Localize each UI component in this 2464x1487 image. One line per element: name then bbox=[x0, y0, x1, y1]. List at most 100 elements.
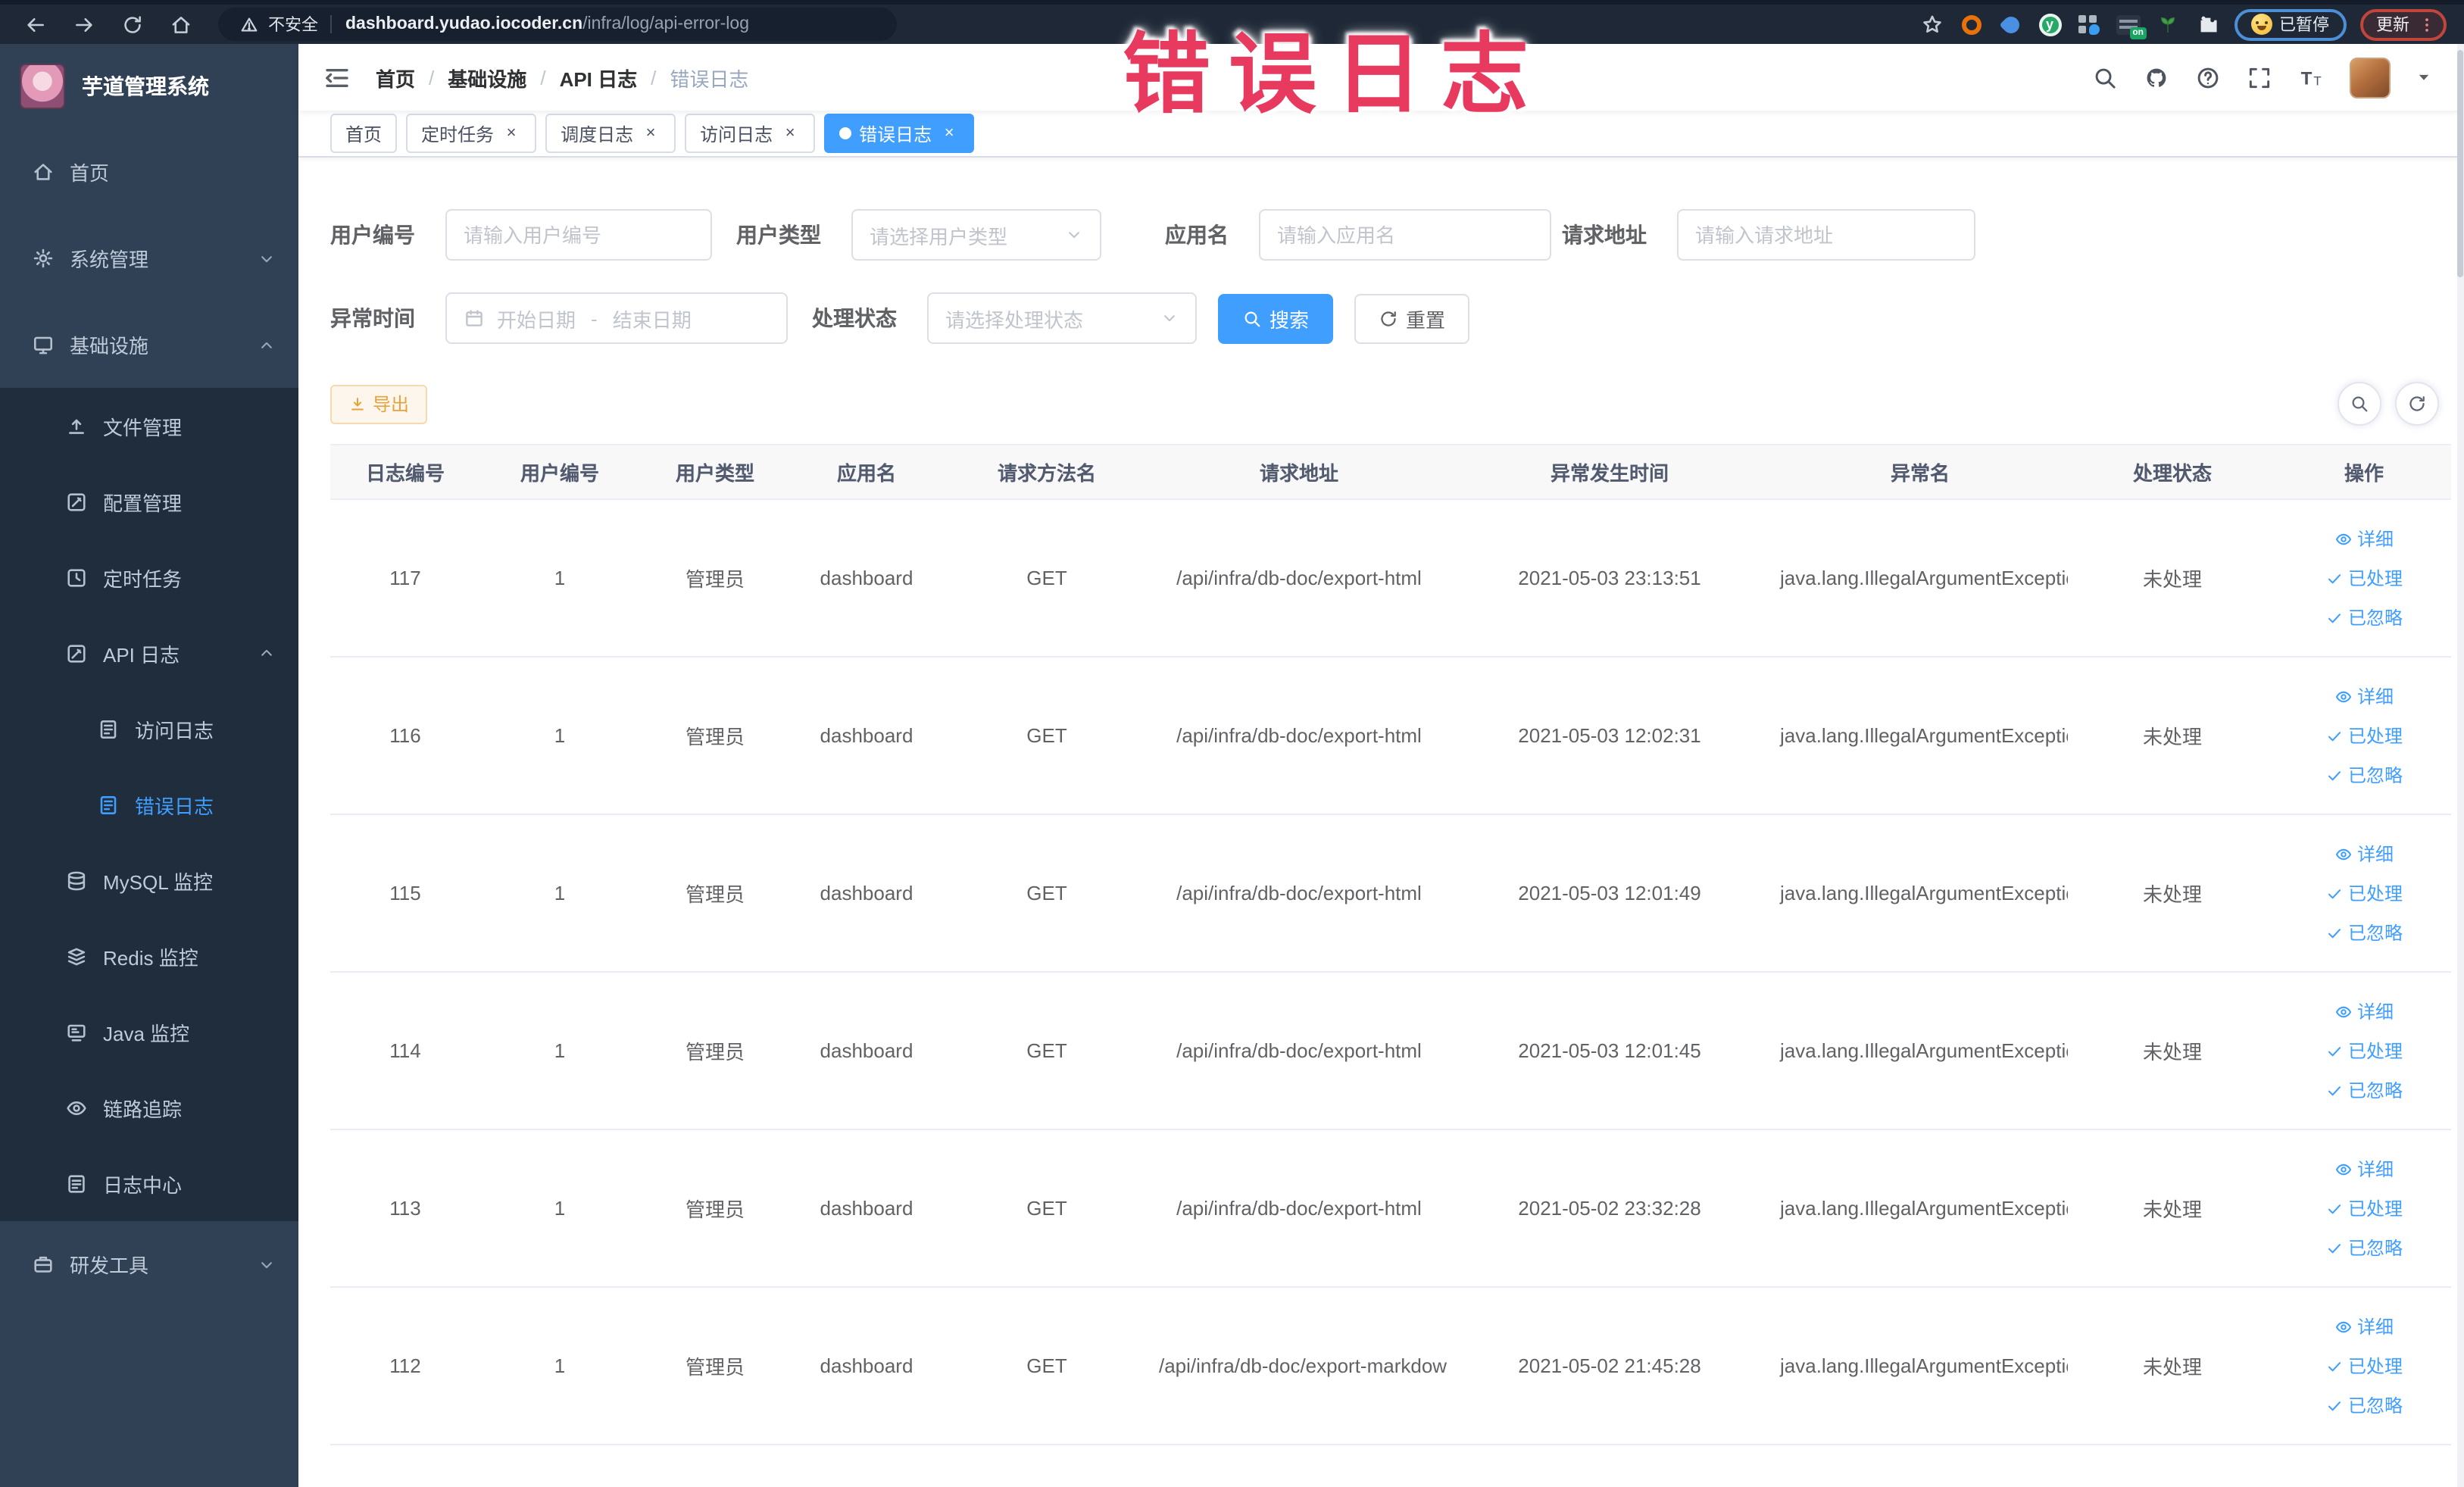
browser-back-icon[interactable] bbox=[18, 8, 52, 41]
tab-close-icon[interactable]: × bbox=[641, 123, 661, 143]
action-详细[interactable]: 详细 bbox=[2284, 834, 2444, 873]
filter-user-id-input[interactable] bbox=[445, 209, 712, 261]
request-url-field[interactable] bbox=[1695, 223, 1957, 246]
action-详细[interactable]: 详细 bbox=[2284, 676, 2444, 716]
action-已处理[interactable]: 已处理 bbox=[2284, 1189, 2444, 1228]
extension-icon-orange[interactable] bbox=[1958, 11, 1984, 37]
action-已处理[interactable]: 已处理 bbox=[2284, 1031, 2444, 1070]
active-tab-dot bbox=[839, 127, 852, 139]
breadcrumb-item[interactable]: 首页 bbox=[376, 63, 415, 92]
action-详细[interactable]: 详细 bbox=[2284, 1149, 2444, 1189]
sidebar-item-java[interactable]: Java 监控 bbox=[0, 994, 298, 1070]
exception-time-range-picker[interactable]: 开始日期 - 结束日期 bbox=[445, 292, 788, 344]
sidebar-item-infra[interactable]: 基础设施 bbox=[0, 301, 298, 388]
search-icon[interactable] bbox=[2091, 64, 2119, 91]
action-已处理[interactable]: 已处理 bbox=[2284, 1346, 2444, 1385]
action-已忽略[interactable]: 已忽略 bbox=[2284, 755, 2444, 795]
sidebar-item-job[interactable]: 定时任务 bbox=[0, 539, 298, 615]
avatar-caret-down-icon[interactable] bbox=[2414, 68, 2432, 86]
action-label: 已处理 bbox=[2347, 1041, 2403, 1062]
browser-home-icon[interactable] bbox=[164, 8, 197, 41]
action-已处理[interactable]: 已处理 bbox=[2284, 716, 2444, 755]
action-已忽略[interactable]: 已忽略 bbox=[2284, 598, 2444, 637]
reset-button[interactable]: 重置 bbox=[1354, 293, 1470, 343]
url-path: /infra/log/api-error-log bbox=[582, 15, 749, 33]
tab-close-icon[interactable]: × bbox=[780, 123, 800, 143]
filter-user-type-select[interactable]: 请选择用户类型 bbox=[851, 209, 1101, 261]
address-bar[interactable]: 不安全 dashboard.yudao.iocoder.cn /infra/lo… bbox=[218, 8, 897, 41]
breadcrumb-item[interactable]: 基础设施 bbox=[448, 63, 526, 92]
extensions-puzzle-icon[interactable] bbox=[2194, 11, 2220, 37]
filter-app-name-input[interactable] bbox=[1259, 209, 1551, 261]
breadcrumb-separator: / bbox=[540, 66, 546, 89]
sidebar-item-system[interactable]: 系统管理 bbox=[0, 215, 298, 301]
action-已忽略[interactable]: 已忽略 bbox=[2284, 1070, 2444, 1110]
breadcrumb-item[interactable]: API 日志 bbox=[560, 63, 638, 92]
extension-icon-green[interactable]: y bbox=[2037, 11, 2063, 37]
tab-首页[interactable]: 首页 bbox=[330, 114, 398, 153]
sidebar-item-config[interactable]: 配置管理 bbox=[0, 464, 298, 539]
extension-icon-on-badge[interactable]: on bbox=[2116, 11, 2147, 39]
breadcrumb-separator: / bbox=[429, 66, 435, 89]
tab-访问日志[interactable]: 访问日志 × bbox=[685, 114, 816, 153]
app-logo-row[interactable]: 芋道管理系统 bbox=[0, 44, 298, 129]
sidebar-item-api-log[interactable]: API 日志 bbox=[0, 615, 298, 691]
fullscreen-icon[interactable] bbox=[2246, 64, 2273, 91]
cell-exception: java.lang.IllegalArgumentException bbox=[1772, 972, 2068, 1130]
sidebar-item-home[interactable]: 首页 bbox=[0, 129, 298, 215]
action-已处理[interactable]: 已处理 bbox=[2284, 873, 2444, 913]
browser-menu-kebab-icon[interactable] bbox=[2417, 14, 2435, 35]
search-button[interactable]: 搜索 bbox=[1218, 293, 1334, 343]
action-label: 已忽略 bbox=[2347, 1395, 2403, 1417]
cell-method: GET bbox=[942, 972, 1151, 1130]
sidebar-item-redis[interactable]: Redis 监控 bbox=[0, 918, 298, 994]
sidebar-item-tracer[interactable]: 链路追踪 bbox=[0, 1070, 298, 1145]
filter-user-type-label: 用户类型 bbox=[736, 223, 821, 247]
browser-reload-icon[interactable] bbox=[115, 8, 148, 41]
sidebar-collapse-icon[interactable] bbox=[323, 63, 351, 92]
extension-icon-sprout[interactable] bbox=[2155, 11, 2181, 37]
action-详细[interactable]: 详细 bbox=[2284, 1307, 2444, 1346]
user-avatar[interactable] bbox=[2349, 57, 2390, 98]
toggle-search-button[interactable] bbox=[2337, 382, 2381, 426]
chrome-update-button[interactable]: 更新 bbox=[2359, 8, 2446, 40]
tab-定时任务[interactable]: 定时任务 × bbox=[406, 114, 537, 153]
sidebar-item-file[interactable]: 文件管理 bbox=[0, 388, 298, 464]
refresh-table-button[interactable] bbox=[2394, 382, 2438, 426]
github-icon[interactable] bbox=[2143, 64, 2170, 91]
page-scrollbar[interactable] bbox=[2456, 44, 2464, 1487]
tab-close-icon[interactable]: × bbox=[939, 123, 959, 143]
filter-process-status-select[interactable]: 请选择处理状态 bbox=[927, 292, 1197, 344]
action-已忽略[interactable]: 已忽略 bbox=[2284, 1228, 2444, 1267]
extension-icon-grid[interactable] bbox=[2076, 11, 2102, 37]
chevron-down-icon bbox=[258, 1255, 276, 1273]
table-header-row: 日志编号 用户编号 用户类型 应用名 请求方法名 请求地址 异常发生时间 异常名 处理状态 操作 bbox=[330, 444, 2451, 500]
app-name-field[interactable] bbox=[1277, 223, 1533, 246]
export-button[interactable]: 导出 bbox=[330, 384, 428, 423]
cell-ops: 详细 已处理 已忽略 bbox=[2277, 657, 2451, 815]
cell-exception: java.lang.IllegalArgumentException bbox=[1772, 657, 2068, 815]
sidebar-item-mysql[interactable]: MySQL 监控 bbox=[0, 842, 298, 918]
action-已处理[interactable]: 已处理 bbox=[2284, 558, 2444, 598]
browser-forward-icon[interactable] bbox=[67, 8, 100, 41]
sidebar-item-error-log[interactable]: 错误日志 bbox=[0, 767, 298, 842]
tab-错误日志[interactable]: 错误日志 × bbox=[824, 114, 975, 153]
tab-调度日志[interactable]: 调度日志 × bbox=[545, 114, 676, 153]
help-icon[interactable] bbox=[2194, 64, 2222, 91]
bookmark-star-icon[interactable] bbox=[1919, 11, 1944, 37]
chevron-down-icon bbox=[1065, 226, 1083, 244]
action-详细[interactable]: 详细 bbox=[2284, 992, 2444, 1031]
sidebar-item-log-center[interactable]: 日志中心 bbox=[0, 1145, 298, 1221]
filter-request-url-input[interactable] bbox=[1677, 209, 1975, 261]
user-id-field[interactable] bbox=[464, 223, 694, 246]
tab-close-icon[interactable]: × bbox=[501, 123, 521, 143]
extension-icon-blue-drop[interactable] bbox=[1997, 11, 2023, 37]
action-已忽略[interactable]: 已忽略 bbox=[2284, 913, 2444, 952]
action-已忽略[interactable]: 已忽略 bbox=[2284, 1385, 2444, 1425]
action-详细[interactable]: 详细 bbox=[2284, 519, 2444, 558]
profile-paused-badge[interactable]: 已暂停 bbox=[2234, 8, 2346, 40]
cell-method: GET bbox=[942, 814, 1151, 973]
font-size-icon[interactable]: TT bbox=[2297, 64, 2325, 91]
sidebar-item-access-log[interactable]: 访问日志 bbox=[0, 691, 298, 767]
sidebar-item-dev-tools[interactable]: 研发工具 bbox=[0, 1221, 298, 1307]
